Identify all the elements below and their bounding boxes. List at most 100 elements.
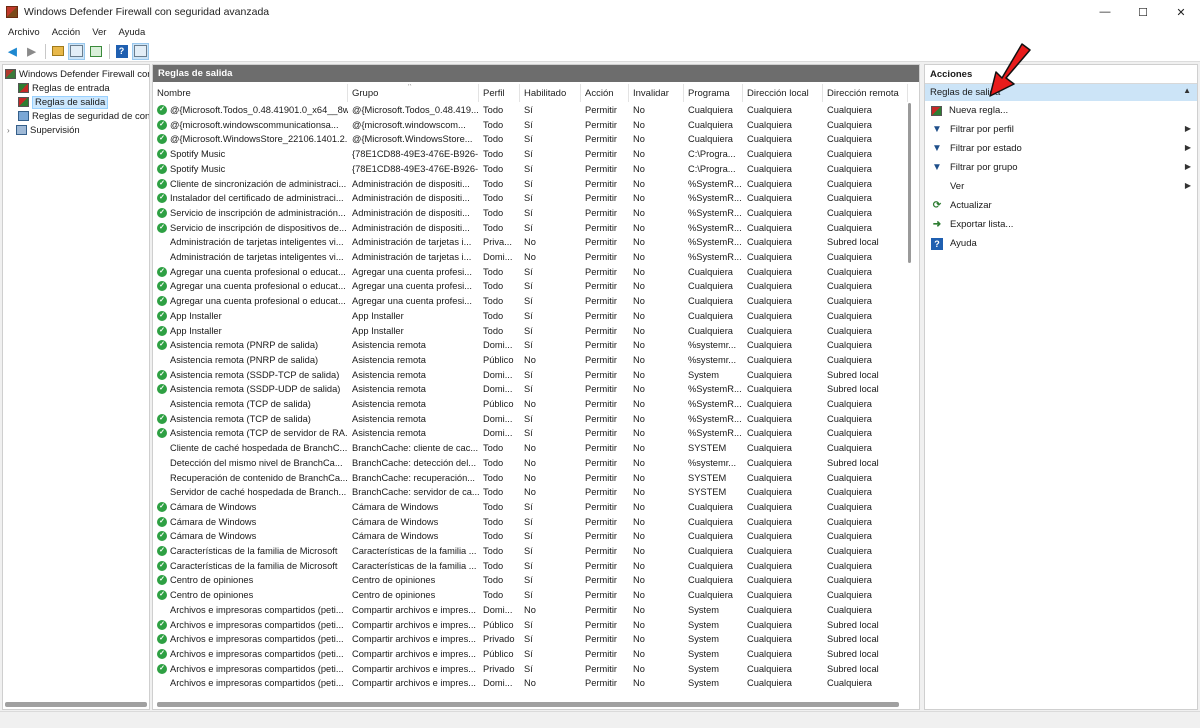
table-row[interactable]: Servidor de caché hospedada de Branch...… [153, 485, 908, 500]
close-button[interactable]: ✕ [1162, 0, 1200, 24]
help-icon[interactable]: ? [113, 43, 130, 60]
forward-arrow-icon[interactable]: ▶ [23, 43, 40, 60]
export-list-icon[interactable] [87, 43, 104, 60]
cell-enabled: Sí [524, 634, 533, 645]
action-item[interactable]: Nueva regla... [925, 101, 1197, 120]
table-row[interactable]: Agregar una cuenta profesional o educat.… [153, 279, 908, 294]
table-row[interactable]: Asistencia remota (TCP de salida) Asisten… [153, 397, 908, 412]
cell-local: Cualquiera [747, 207, 792, 218]
column-header-habilitado[interactable]: Habilitado [520, 84, 581, 102]
table-row[interactable]: Servicio de inscripción de dispositivos … [153, 221, 908, 236]
action-item[interactable]: ▼ Filtrar por grupo ▶ [925, 158, 1197, 177]
table-row[interactable]: Centro de opiniones ✓ Centro de opiniones T… [153, 588, 908, 603]
enabled-check-icon: ✓ [157, 163, 167, 174]
tree-item-reglas-entrada[interactable]: Reglas de entrada [18, 81, 110, 95]
menu-ver[interactable]: Ver [86, 27, 112, 38]
column-header-direccion-local[interactable]: Dirección local [743, 84, 823, 102]
table-row[interactable]: Asistencia remota (PNRP de salida) Asiste… [153, 353, 908, 368]
table-row[interactable]: Administración de tarjetas inteligentes … [153, 235, 908, 250]
cell-override: No [633, 354, 645, 365]
table-row[interactable]: Archivos e impresoras compartidos (peti.… [153, 676, 908, 691]
enabled-check-icon: ✓ [157, 207, 167, 218]
minimize-button[interactable]: — [1086, 0, 1124, 24]
table-row[interactable]: Cliente de sincronización de administrac… [153, 177, 908, 192]
action-item[interactable]: ? Ayuda [925, 234, 1197, 253]
tree-item-reglas-seguridad[interactable]: Reglas de seguridad de con [18, 109, 149, 123]
action-item[interactable]: ▼ Filtrar por perfil ▶ [925, 120, 1197, 139]
vertical-scrollbar[interactable] [908, 103, 911, 263]
action-label: Filtrar por perfil [950, 124, 1014, 135]
column-header-programa[interactable]: Programa [684, 84, 743, 102]
column-header-perfil[interactable]: Perfil [479, 84, 520, 102]
collapse-caret-icon[interactable]: ▲ [1183, 86, 1191, 95]
cell-override: No [633, 310, 645, 321]
toolbar-divider [109, 43, 110, 59]
tree-item-supervision[interactable]: › Supervisión [7, 123, 80, 137]
maximize-button[interactable]: ☐ [1124, 0, 1162, 24]
table-row[interactable]: Asistencia remota (PNRP de salida) ✓ Asist… [153, 338, 908, 353]
column-header-nombre[interactable]: Nombre [153, 84, 348, 102]
table-row[interactable]: Asistencia remota (TCP de salida) ✓ Asiste… [153, 412, 908, 427]
table-row[interactable]: Centro de opiniones ✓ Centro de opiniones T… [153, 573, 908, 588]
tree-root-firewall[interactable]: Windows Defender Firewall con [5, 67, 149, 81]
table-row[interactable]: Recuperación de contenido de BranchCa...… [153, 471, 908, 486]
table-row[interactable]: @{microsoft.windowscommunicationsa... ✓ @{… [153, 118, 908, 133]
table-row[interactable]: Archivos e impresoras compartidos (peti.… [153, 647, 908, 662]
table-row[interactable]: Cámara de Windows ✓ Cámara de Windows Todo S… [153, 500, 908, 515]
table-row[interactable]: App Installer ✓ App Installer Todo Sí Permiti… [153, 309, 908, 324]
tree-item-reglas-salida[interactable]: Reglas de salida [18, 95, 109, 109]
menu-accion[interactable]: Acción [46, 27, 87, 38]
tree-horizontal-scrollbar[interactable] [5, 702, 147, 707]
table-row[interactable]: Agregar una cuenta profesional o educat.… [153, 265, 908, 280]
show-hide-actions-icon[interactable] [132, 42, 149, 60]
back-arrow-icon[interactable]: ◀ [4, 43, 21, 60]
table-row[interactable]: Características de la familia de Microso… [153, 544, 908, 559]
cell-local: Cualquiera [747, 678, 792, 689]
table-row[interactable]: Spotify Music ✓ {78E1CD88-49E3-476E-B926-.… [153, 147, 908, 162]
table-row[interactable]: Asistencia remota (SSDP-TCP de salida) ✓ A… [153, 368, 908, 383]
expand-chevron-icon[interactable]: › [7, 126, 16, 135]
table-row[interactable]: Spotify Music ✓ {78E1CD88-49E3-476E-B926-.… [153, 162, 908, 177]
up-folder-icon[interactable] [49, 43, 66, 60]
cell-name: Servicio de inscripción de administració… [170, 207, 346, 218]
show-hide-tree-icon[interactable] [68, 42, 85, 60]
column-header-grupo[interactable]: Grupo ^ [348, 84, 479, 102]
table-row[interactable]: Archivos e impresoras compartidos (peti.… [153, 662, 908, 677]
action-item[interactable]: Ver ▶ [925, 177, 1197, 196]
table-row[interactable]: Servicio de inscripción de administració… [153, 206, 908, 221]
menu-archivo[interactable]: Archivo [0, 27, 46, 38]
enabled-check-icon: ✓ [157, 119, 167, 130]
table-row[interactable]: App Installer ✓ App Installer Todo Sí Permiti… [153, 324, 908, 339]
table-row[interactable]: Archivos e impresoras compartidos (peti.… [153, 618, 908, 633]
table-row[interactable]: Características de la familia de Microso… [153, 559, 908, 574]
horizontal-scrollbar[interactable] [157, 702, 899, 707]
cell-override: No [633, 178, 645, 189]
cell-enabled: Sí [524, 663, 533, 674]
action-item[interactable]: ⟳ Actualizar [925, 196, 1197, 215]
menu-ayuda[interactable]: Ayuda [112, 27, 151, 38]
cell-remote: Cualquiera [827, 678, 872, 689]
table-row[interactable]: Archivos e impresoras compartidos (peti.… [153, 632, 908, 647]
table-row[interactable]: @{Microsoft.Todos_0.48.41901.0_x64__8w..… [153, 103, 908, 118]
table-row[interactable]: Cliente de caché hospedada de BranchC...… [153, 441, 908, 456]
table-row[interactable]: Instalador del certificado de administra… [153, 191, 908, 206]
actions-section-reglas-salida[interactable]: Reglas de salida ▲ [925, 84, 1197, 101]
table-row[interactable]: Archivos e impresoras compartidos (peti.… [153, 603, 908, 618]
table-row[interactable]: Administración de tarjetas inteligentes … [153, 250, 908, 265]
cell-enabled: Sí [524, 428, 533, 439]
cell-override: No [633, 222, 645, 233]
table-row[interactable]: Asistencia remota (TCP de servidor de RA… [153, 426, 908, 441]
table-row[interactable]: Cámara de Windows ✓ Cámara de Windows Todo S… [153, 515, 908, 530]
column-header-invalidar[interactable]: Invalidar [629, 84, 684, 102]
cell-action: Permitir [585, 207, 618, 218]
column-header-direccion-remota[interactable]: Dirección remota [823, 84, 908, 102]
action-item[interactable]: ▼ Filtrar por estado ▶ [925, 139, 1197, 158]
table-row[interactable]: Detección del mismo nivel de BranchCa...… [153, 456, 908, 471]
action-item[interactable]: ➜ Exportar lista... [925, 215, 1197, 234]
column-header-accion[interactable]: Acción [581, 84, 629, 102]
table-row[interactable]: Asistencia remota (SSDP-UDP de salida) ✓ A… [153, 382, 908, 397]
table-row[interactable]: Agregar una cuenta profesional o educat.… [153, 294, 908, 309]
sort-ascending-icon: ^ [408, 84, 412, 90]
table-row[interactable]: Cámara de Windows ✓ Cámara de Windows Todo S… [153, 529, 908, 544]
table-row[interactable]: @{Microsoft.WindowsStore_22106.1401.2...… [153, 132, 908, 147]
